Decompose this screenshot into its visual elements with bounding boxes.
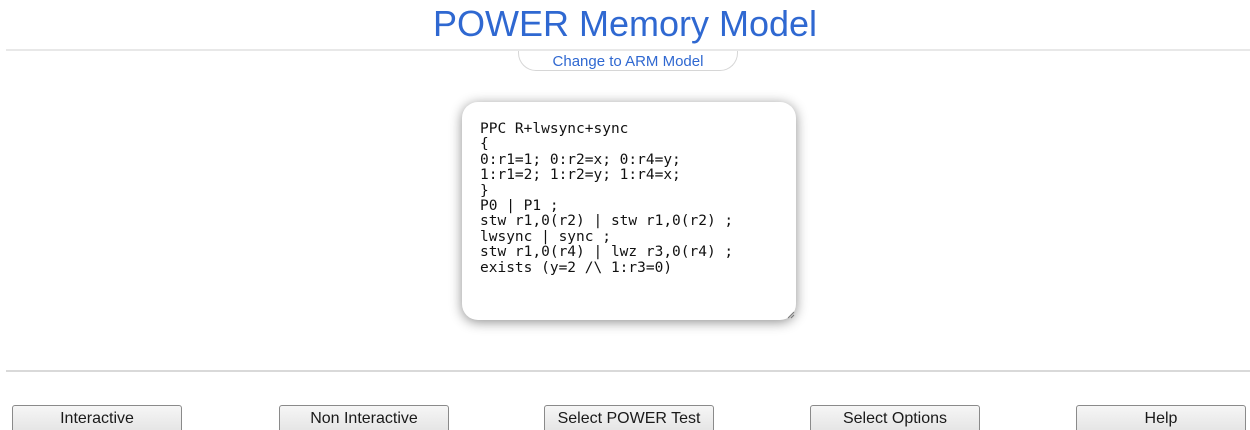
- resize-grip-icon[interactable]: [785, 309, 795, 319]
- help-button[interactable]: Help: [1076, 405, 1246, 430]
- non-interactive-button[interactable]: Non Interactive: [279, 405, 449, 430]
- page: POWER Memory Model Change to ARM Model I…: [0, 0, 1250, 430]
- interactive-button[interactable]: Interactive: [12, 405, 182, 430]
- litmus-test-editor[interactable]: [462, 102, 796, 320]
- select-options-button[interactable]: Select Options: [810, 405, 980, 430]
- toolbar-divider: [6, 370, 1250, 372]
- page-title: POWER Memory Model: [432, 3, 818, 44]
- select-power-test-button[interactable]: Select POWER Test: [544, 405, 714, 430]
- change-model-button[interactable]: Change to ARM Model: [518, 51, 738, 71]
- litmus-test-editor-container: [462, 102, 796, 320]
